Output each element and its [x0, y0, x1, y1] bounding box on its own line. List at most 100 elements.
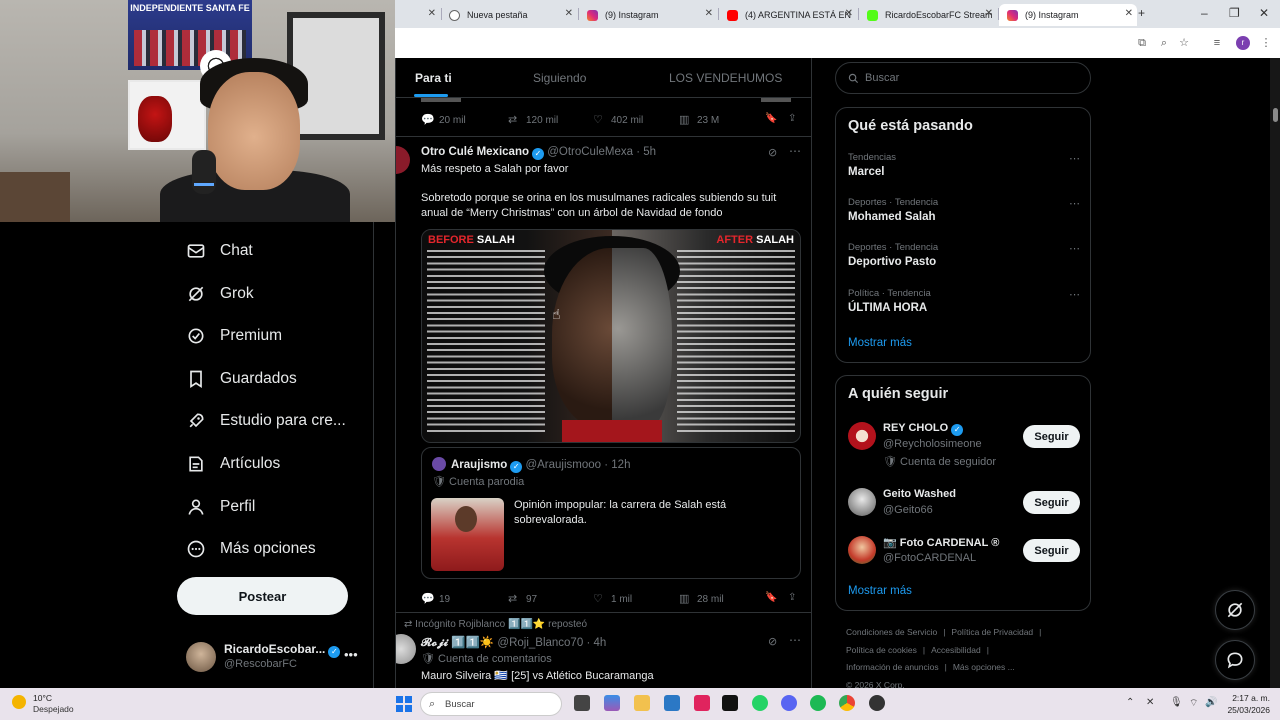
wifi-icon[interactable]: ⌔	[1189, 697, 1198, 710]
post-handle[interactable]: @Roji_Blanco70	[497, 637, 583, 649]
whatsapp-icon[interactable]	[752, 695, 768, 711]
store-icon[interactable]	[664, 695, 680, 711]
tab-list[interactable]: LOS VENDEHUMOS	[669, 71, 782, 85]
footer-link[interactable]: Información de anuncios	[846, 662, 939, 672]
browser-tab[interactable]: Nueva pestaña ✕	[441, 4, 577, 26]
tab-for-you[interactable]: Para ti	[415, 71, 452, 85]
more-dots-icon[interactable]: ⋯	[1069, 152, 1080, 165]
footer-link[interactable]: Condiciones de Servicio	[846, 627, 937, 637]
avatar[interactable]	[396, 146, 410, 174]
grok-icon[interactable]: ⊘	[768, 146, 777, 159]
minimize-button[interactable]: –	[1201, 6, 1208, 20]
follow-button[interactable]: Seguir	[1023, 491, 1080, 514]
repost-button[interactable]: ⇄ 120 mil	[508, 113, 558, 126]
post-image[interactable]: BEFORE SALAH AFTER SALAH	[421, 229, 801, 443]
menu-kebab-icon[interactable]: ⋮	[1259, 36, 1273, 50]
nav-item-profile[interactable]: Perfil	[186, 492, 255, 522]
page-scrollbar[interactable]	[1270, 58, 1280, 688]
install-app-icon[interactable]: ⧉	[1135, 36, 1149, 50]
follow-button[interactable]: Seguir	[1023, 425, 1080, 448]
chevron-up-icon[interactable]: ⌃	[1126, 697, 1134, 708]
browser-tab[interactable]: (4) ARGENTINA ESTÁ EN ✕	[719, 4, 857, 26]
zoom-icon[interactable]: ⌕	[1157, 36, 1171, 50]
views-button[interactable]: ▥ 28 mil	[679, 592, 724, 605]
show-more-link[interactable]: Mostrar más	[848, 337, 912, 349]
messages-fab[interactable]	[1215, 640, 1255, 680]
browser-tab[interactable]: RicardoEscobarFC Stream ✕	[859, 4, 997, 26]
avatar[interactable]	[396, 634, 416, 664]
post-author[interactable]: 𝓡𝓸𝓳𝓲 1️⃣1️⃣☀️	[421, 637, 494, 649]
spotify-icon[interactable]	[810, 695, 826, 711]
microphone-icon[interactable]: 🎙	[1170, 697, 1183, 708]
system-clock[interactable]: 2:17 a. m. 25/03/2026	[1212, 692, 1270, 716]
bookmark-icon[interactable]: 🔖	[765, 592, 777, 603]
bookmark-star-icon[interactable]: ☆	[1177, 36, 1191, 50]
footer-link[interactable]: Accesibilidad	[931, 645, 981, 655]
scrollbar-thumb[interactable]	[1273, 108, 1278, 122]
windows-start-icon[interactable]	[396, 696, 412, 712]
reading-list-icon[interactable]: ≡	[1210, 36, 1224, 50]
more-dots-icon[interactable]: •••	[344, 647, 358, 662]
share-icon[interactable]: ⇪	[788, 592, 796, 603]
weather-widget[interactable]: 10°C Despejado	[12, 693, 92, 715]
trend-item[interactable]: Tendencias Marcel ⋯	[848, 152, 1080, 178]
footer-link[interactable]: Política de Privacidad	[951, 627, 1033, 637]
app-icon[interactable]	[694, 695, 710, 711]
tab-close-icon[interactable]: ✕	[565, 8, 573, 19]
app-tray-icon[interactable]: ✕	[1146, 697, 1154, 708]
more-dots-icon[interactable]: ⋯	[1069, 288, 1080, 301]
taskbar-search[interactable]: ⌕ Buscar	[420, 692, 562, 716]
nav-item-articles[interactable]: Artículos	[186, 449, 280, 479]
nav-item-more[interactable]: Más opciones	[186, 534, 316, 564]
reply-button[interactable]: 💬 19	[421, 592, 450, 605]
browser-tab[interactable]: (9) Instagram ✕	[579, 4, 717, 26]
post-time[interactable]: · 4h	[586, 637, 606, 649]
widgets-icon[interactable]	[604, 695, 620, 711]
footer-link[interactable]: Política de cookies	[846, 645, 917, 655]
post-time[interactable]: · 5h	[636, 146, 656, 158]
reply-button[interactable]: 💬 20 mil	[421, 113, 466, 126]
profile-avatar[interactable]: r	[1236, 36, 1250, 50]
trend-item[interactable]: Política · Tendencia ÚLTIMA HORA ⋯	[848, 288, 1080, 314]
new-tab-button[interactable]: +	[1138, 6, 1145, 20]
show-more-link[interactable]: Mostrar más	[848, 585, 912, 597]
nav-item-bookmarks[interactable]: Guardados	[186, 364, 297, 394]
follow-suggestion[interactable]: Geito Washed @Geito66 Seguir	[848, 488, 1080, 536]
tab-close-icon[interactable]: ✕	[1125, 8, 1133, 19]
more-dots-icon[interactable]: ⋯	[789, 144, 801, 158]
trend-item[interactable]: Deportes · Tendencia Mohamed Salah ⋯	[848, 197, 1080, 223]
follow-button[interactable]: Seguir	[1023, 539, 1080, 562]
post-button[interactable]: Postear	[177, 577, 348, 615]
browser-tab[interactable]: ✕	[395, 4, 440, 26]
tab-close-icon[interactable]: ✕	[845, 8, 853, 19]
grok-icon[interactable]: ⊘	[768, 635, 777, 648]
like-button[interactable]: ♡ 402 mil	[593, 113, 643, 126]
tab-close-icon[interactable]: ✕	[985, 8, 993, 19]
app-icon[interactable]	[869, 695, 885, 711]
nav-item-chat[interactable]: Chat	[186, 236, 253, 266]
quoted-post[interactable]: Araujismo ✓ @Araujismooo · 12h 🛡 Cuenta p…	[421, 447, 801, 579]
trend-item[interactable]: Deportes · Tendencia Deportivo Pasto ⋯	[848, 242, 1080, 268]
tab-close-icon[interactable]: ✕	[705, 8, 713, 19]
close-window-button[interactable]: ✕	[1259, 6, 1269, 20]
nav-item-creator-studio[interactable]: Estudio para cre...	[186, 406, 346, 436]
browser-tab-active[interactable]: (9) Instagram ✕	[999, 4, 1137, 26]
follow-suggestion[interactable]: 📷 Foto CARDENAL ® @FotoCARDENAL Seguir	[848, 536, 1080, 584]
file-explorer-icon[interactable]	[634, 695, 650, 711]
tab-following[interactable]: Siguiendo	[533, 71, 586, 85]
share-icon[interactable]: ⇪	[788, 113, 796, 124]
views-button[interactable]: ▥ 23 M	[679, 113, 719, 126]
maximize-button[interactable]: ❐	[1229, 6, 1240, 20]
search-input[interactable]: Buscar	[835, 62, 1091, 94]
nav-item-grok[interactable]: Grok	[186, 279, 254, 309]
grok-fab[interactable]	[1215, 590, 1255, 630]
nav-item-premium[interactable]: Premium	[186, 321, 282, 351]
discord-icon[interactable]	[781, 695, 797, 711]
like-button[interactable]: ♡ 1 mil	[593, 592, 632, 605]
follow-suggestion[interactable]: REY CHOLO ✓ @Reycholosimeone 🛡 Cuenta de …	[848, 422, 1080, 470]
footer-link[interactable]: Más opciones ...	[953, 662, 1015, 672]
bookmark-icon[interactable]: 🔖	[765, 113, 777, 124]
tab-close-icon[interactable]: ✕	[428, 8, 436, 19]
repost-indicator[interactable]: ⇄ Incógnito Rojiblanco 1️⃣1️⃣⭐ reposteó	[404, 619, 587, 630]
tiktok-icon[interactable]	[722, 695, 738, 711]
